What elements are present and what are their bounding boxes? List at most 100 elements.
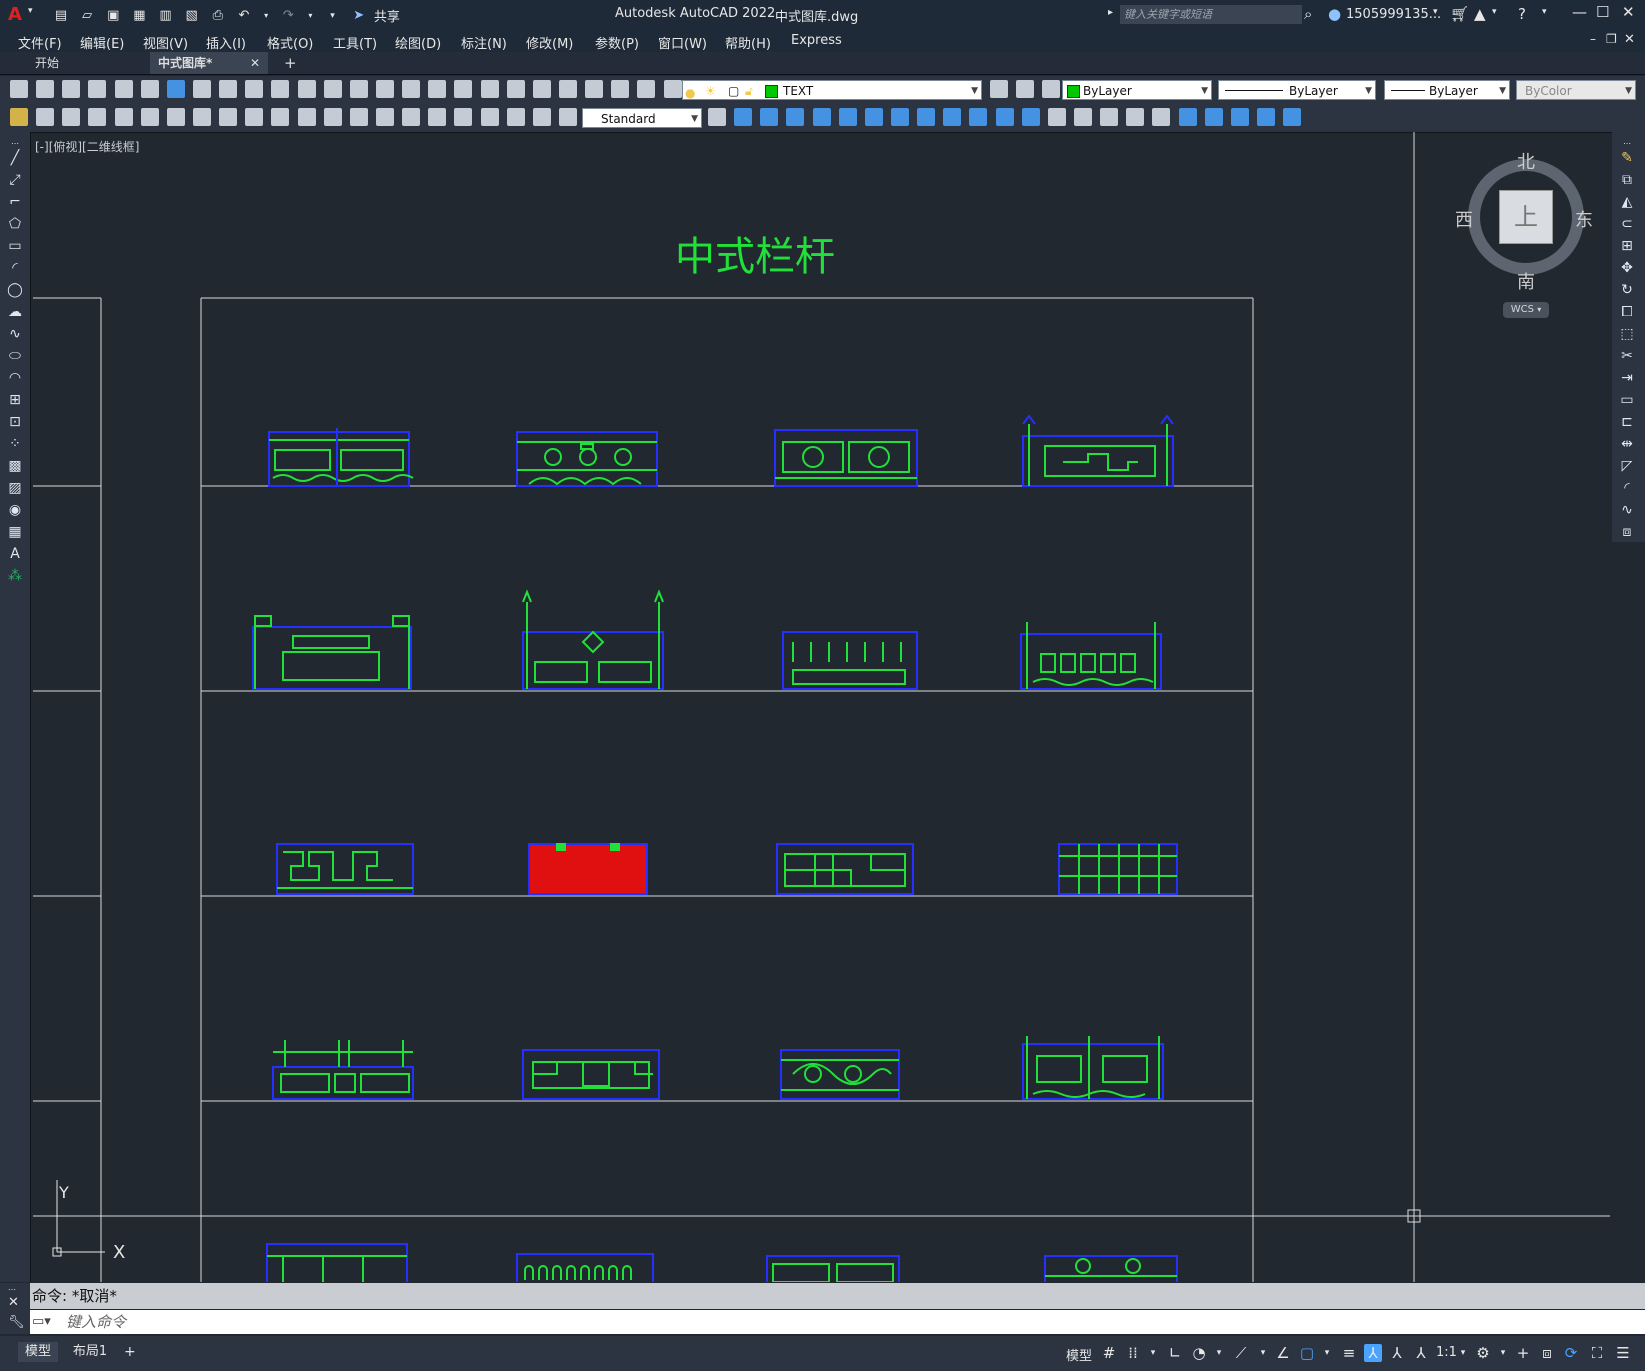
point-icon[interactable]: ⁘ — [7, 436, 23, 452]
torus-icon[interactable] — [864, 108, 883, 126]
autocad-logo[interactable]: A — [8, 4, 22, 25]
sheet-set-icon[interactable] — [558, 80, 577, 98]
presspull-icon[interactable] — [995, 108, 1014, 126]
wcs-menu[interactable]: WCS ▾ — [1503, 302, 1549, 318]
isodraft-dropdown-icon[interactable]: ▾ — [1254, 1344, 1272, 1362]
menu-parametric[interactable]: 参数(P) — [595, 33, 639, 52]
rectangle-icon[interactable]: ▭ — [7, 238, 23, 254]
redo-tool-icon[interactable] — [349, 80, 368, 98]
object-snap-tracking-icon[interactable]: ∠ — [1274, 1344, 1292, 1362]
color-dropdown-icon[interactable]: ▼ — [1201, 81, 1208, 101]
3d-dwf-icon[interactable] — [166, 80, 185, 98]
balustrade-3-1[interactable] — [276, 843, 414, 895]
share-label[interactable]: 共享 — [374, 10, 400, 25]
chamfer-icon[interactable]: ◸ — [1619, 458, 1635, 474]
jogged-linear-icon[interactable] — [506, 108, 525, 126]
open-file-icon[interactable]: ▱ — [79, 8, 95, 24]
menu-draw[interactable]: 绘图(D) — [395, 33, 441, 52]
qsave-icon[interactable] — [62, 80, 81, 98]
auto-scale-icon[interactable]: ⅄ — [1388, 1344, 1406, 1362]
ellipse-icon[interactable]: ⬭ — [7, 348, 23, 364]
arc-length-dim-icon[interactable] — [140, 108, 159, 126]
snap-dropdown-icon[interactable]: ▾ — [1144, 1344, 1162, 1362]
lineweight-dropdown-icon[interactable]: ▼ — [1499, 81, 1506, 101]
help-tool-icon[interactable] — [637, 80, 656, 98]
dim-style-icon[interactable] — [708, 108, 726, 126]
clean-screen-icon[interactable]: ⛶ — [1588, 1344, 1606, 1362]
annotation-monitor-icon[interactable]: + — [1514, 1344, 1532, 1362]
layer-state-icon[interactable] — [1042, 80, 1061, 98]
lineweight-combo[interactable]: ByLayer ▼ — [1384, 80, 1510, 100]
qnew-icon[interactable] — [10, 80, 28, 98]
extrude-icon[interactable] — [969, 108, 988, 126]
polar-dropdown-icon[interactable]: ▾ — [1210, 1344, 1228, 1362]
color-combo[interactable]: ByLayer ▼ — [1062, 80, 1212, 100]
markup-icon[interactable] — [585, 80, 604, 98]
autodesk-a360-icon[interactable]: ▲ — [1474, 5, 1486, 23]
rotate-icon[interactable]: ↻ — [1619, 282, 1635, 298]
extend-icon[interactable]: ⇥ — [1619, 370, 1635, 386]
layout1-tab[interactable]: 布局1 — [70, 1342, 110, 1362]
drawing-canvas[interactable]: [-][俯视][二维线框] 中式栏杆 Y X 上 北 南 东 西 WCS ▾ — [33, 132, 1610, 1282]
scale-icon[interactable]: ⧠ — [1619, 304, 1635, 320]
cylinder-icon[interactable] — [838, 108, 857, 126]
explode-icon[interactable]: ⧈ — [1619, 524, 1635, 540]
lineweight-display-icon[interactable]: ≡ — [1340, 1344, 1358, 1362]
recent-commands-icon[interactable]: ▭▾ — [32, 1310, 51, 1334]
maximize-icon[interactable]: ☐ — [1596, 3, 1609, 21]
cut-icon[interactable] — [192, 80, 211, 98]
jogged-dim-icon[interactable] — [219, 108, 238, 126]
sphere-icon[interactable] — [812, 108, 831, 126]
quick-properties-icon[interactable]: ⟳ — [1562, 1344, 1580, 1362]
hatch-icon[interactable]: ▩ — [7, 458, 23, 474]
undo-dropdown-icon[interactable]: ▾ — [262, 8, 270, 24]
publish-icon[interactable] — [140, 80, 159, 98]
linetype-combo[interactable]: ByLayer ▼ — [1218, 80, 1376, 100]
menu-window[interactable]: 窗口(W) — [658, 33, 707, 52]
scale-dropdown-icon[interactable]: ▾ — [1454, 1344, 1472, 1362]
gradient-icon[interactable]: ▨ — [7, 480, 23, 496]
make-block-icon[interactable]: ⊡ — [7, 414, 23, 430]
block-editor-icon[interactable] — [297, 80, 316, 98]
redo-dropdown-icon[interactable]: ▾ — [306, 8, 314, 24]
workspace-dropdown-icon[interactable]: ▾ — [1494, 1344, 1512, 1362]
search-icon[interactable]: ⌕ — [1304, 5, 1312, 23]
layer-thaw-icon[interactable]: ☀ — [705, 81, 716, 101]
radius-dim-icon[interactable] — [192, 108, 211, 126]
save-as-icon[interactable]: ▦ — [131, 8, 147, 24]
break-icon[interactable]: ⊏ — [1619, 414, 1635, 430]
balustrade-1-1[interactable] — [268, 428, 414, 487]
menu-modify[interactable]: 修改(M) — [526, 33, 573, 52]
menu-file[interactable]: 文件(F) — [18, 33, 62, 52]
balustrade-3-2[interactable] — [528, 843, 648, 895]
help-dropdown-icon[interactable]: ▾ — [1542, 7, 1547, 17]
tool-palettes-icon[interactable] — [532, 80, 551, 98]
inspection-icon[interactable] — [480, 108, 499, 126]
add-selected-icon[interactable]: ⁂ — [7, 568, 23, 584]
insert-block-icon[interactable]: ⊞ — [7, 392, 23, 408]
layer-on-icon[interactable]: ● — [685, 83, 695, 103]
balustrade-2-4[interactable] — [1020, 622, 1162, 690]
planar-surface-icon[interactable] — [943, 108, 962, 126]
cone-icon[interactable] — [786, 108, 805, 126]
snap-icon[interactable]: ⁞⁞ — [1124, 1344, 1142, 1362]
named-views-icon[interactable] — [10, 108, 28, 126]
region-icon[interactable]: ◉ — [7, 502, 23, 518]
continue-dim-icon[interactable] — [349, 108, 368, 126]
undo-icon[interactable]: ↶ — [236, 8, 252, 24]
dim-text-edit-icon[interactable] — [558, 108, 577, 126]
diameter-dim-icon[interactable] — [245, 108, 264, 126]
isodraft-icon[interactable]: ⟋ — [1232, 1344, 1250, 1362]
balustrade-4-3[interactable] — [780, 1049, 900, 1100]
dim-space-icon[interactable] — [375, 108, 394, 126]
block-icon[interactable] — [36, 108, 55, 126]
table-icon[interactable]: ▦ — [7, 524, 23, 540]
linetype-dropdown-icon[interactable]: ▼ — [1365, 81, 1372, 101]
tab-close-icon[interactable]: ✕ — [250, 52, 260, 74]
slice-icon[interactable] — [1283, 108, 1302, 126]
3d-rotate-icon[interactable] — [1204, 108, 1223, 126]
quickcalc-icon[interactable] — [611, 80, 630, 98]
dim-edit-icon[interactable] — [532, 108, 551, 126]
wedge-icon[interactable] — [760, 108, 779, 126]
menu-edit[interactable]: 编辑(E) — [80, 33, 124, 52]
